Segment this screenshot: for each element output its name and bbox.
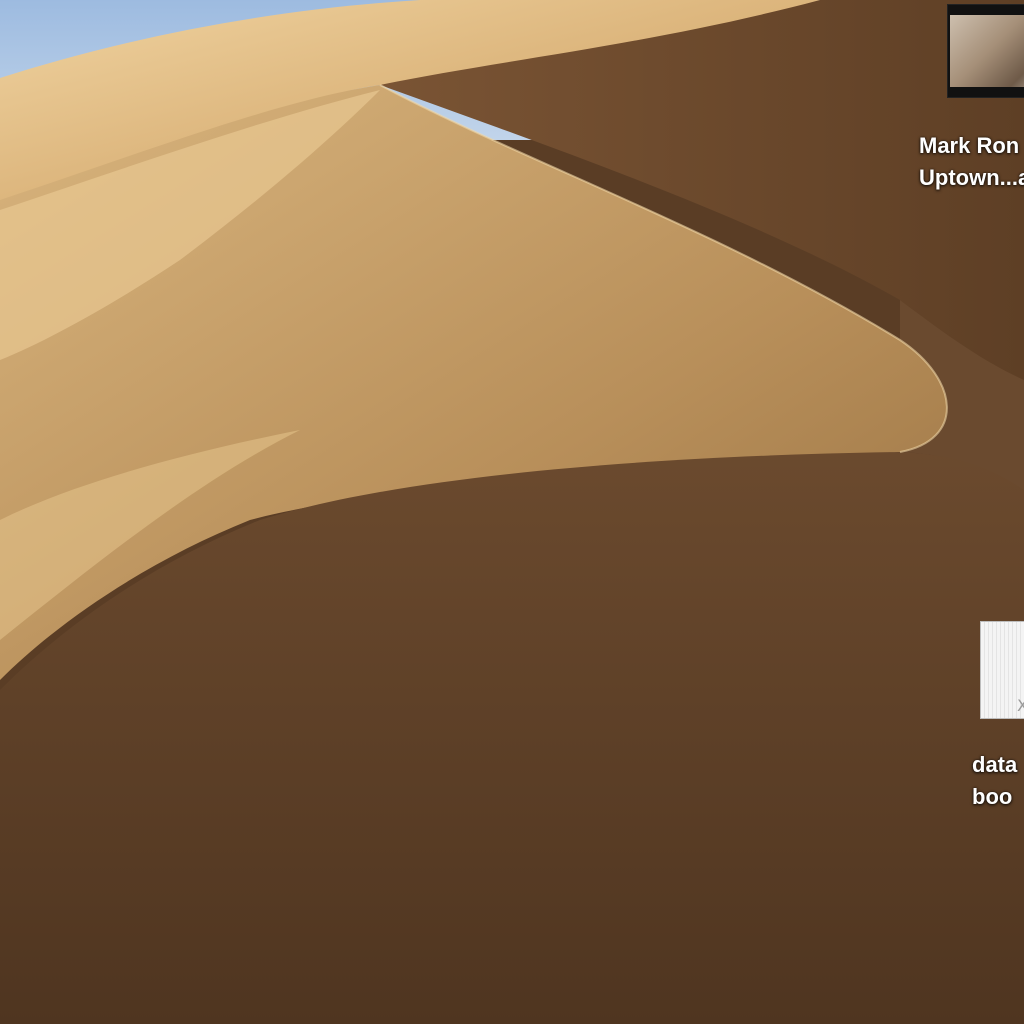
video-file-label: Mark Ron Uptown...a (919, 130, 1024, 194)
video-thumbnail-image (950, 15, 1024, 87)
video-file-label-line2: Uptown...a (919, 165, 1024, 190)
video-file-icon[interactable]: Mark Ron Uptown...a (919, 4, 1024, 204)
document-file-label-line2: boo (972, 784, 1013, 809)
document-file-label-line1: data (972, 752, 1018, 777)
document-file-label: data boo (972, 749, 1017, 813)
desert-dunes-wallpaper (0, 0, 1024, 1024)
desktop[interactable]: Mark Ron Uptown...a X data boo (0, 0, 1024, 1024)
document-icon: X (980, 621, 1024, 719)
video-thumbnail-icon (947, 4, 1024, 98)
document-glyph: X (1017, 696, 1024, 715)
video-file-label-line1: Mark Ron (919, 133, 1020, 158)
document-file-icon[interactable]: X data boo (972, 621, 1024, 821)
